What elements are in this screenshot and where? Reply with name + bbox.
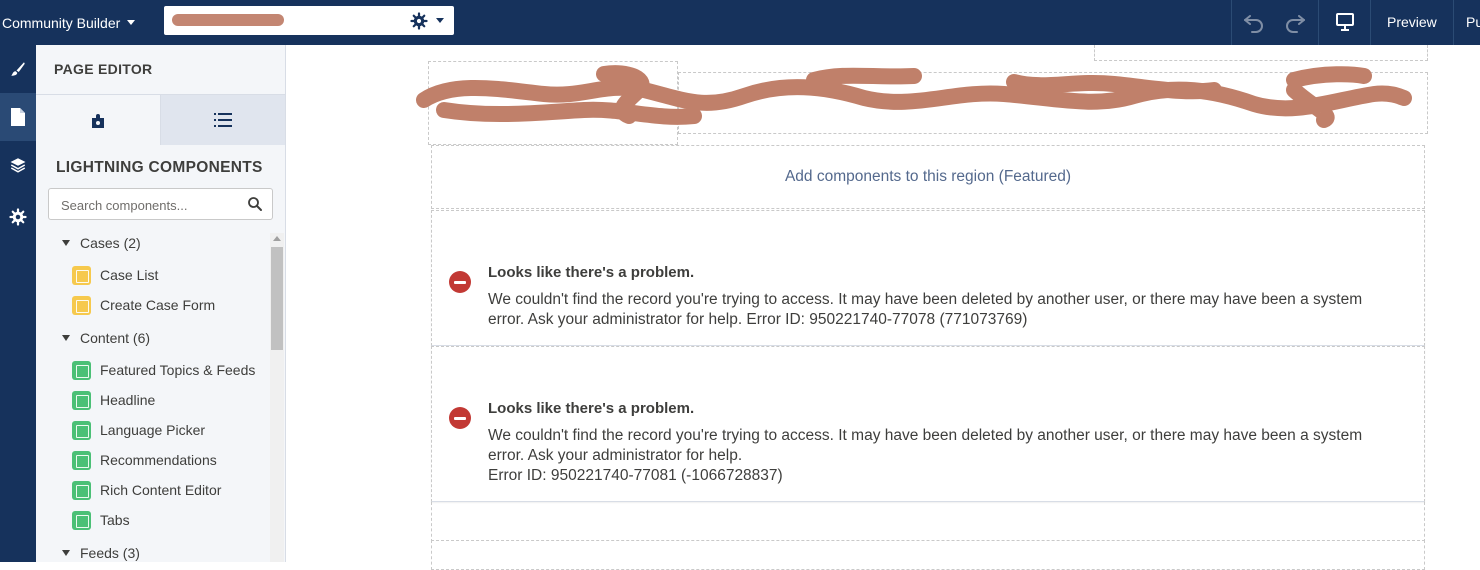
chevron-down-icon — [62, 335, 70, 341]
panel-scrollbar[interactable] — [270, 233, 284, 562]
header-region[interactable] — [1094, 45, 1428, 61]
component-headline[interactable]: Headline — [72, 389, 155, 411]
group-content[interactable]: Content (6) — [62, 328, 150, 348]
publish-button[interactable]: Pu — [1466, 0, 1480, 45]
picker-icon — [72, 420, 91, 440]
component-featured-topics[interactable]: Featured Topics & Feeds — [72, 359, 255, 381]
component-language-picker[interactable]: Language Picker — [72, 419, 205, 441]
editor-icon — [72, 480, 91, 500]
group-cases[interactable]: Cases (2) — [62, 233, 141, 253]
chevron-down-icon — [62, 240, 70, 246]
panel-tabs — [36, 94, 285, 145]
component-rich-content-editor[interactable]: Rich Content Editor — [72, 479, 221, 501]
builder-header: Community Builder Preview Pu — [0, 0, 1480, 45]
recommendation-icon — [72, 450, 91, 470]
headline-icon — [72, 390, 91, 410]
app-menu[interactable]: Community Builder — [2, 0, 136, 45]
divider — [1453, 0, 1454, 45]
search-input[interactable]: Search components... — [48, 188, 273, 220]
error-component[interactable]: Looks like there's a problem. We couldn'… — [431, 210, 1425, 346]
error-icon — [449, 407, 471, 429]
puzzle-icon — [91, 114, 104, 128]
error-title: Looks like there's a problem. — [488, 264, 695, 281]
redaction-mark — [416, 65, 1412, 128]
component-recommendations[interactable]: Recommendations — [72, 449, 217, 471]
error-title: Looks like there's a problem. — [488, 400, 695, 417]
tab-page-structure[interactable] — [160, 95, 285, 145]
preview-button[interactable]: Preview — [1387, 0, 1437, 45]
section-title: LIGHTNING COMPONENTS — [56, 159, 263, 176]
redo-icon[interactable] — [1283, 10, 1307, 34]
page-icon — [72, 360, 91, 380]
divider — [1231, 0, 1232, 45]
chevron-down-icon — [62, 550, 70, 556]
desktop-icon[interactable] — [1333, 10, 1357, 34]
page-picker[interactable] — [164, 6, 454, 35]
redaction-mark — [172, 14, 284, 26]
search-icon — [248, 197, 262, 211]
list-icon — [72, 265, 91, 285]
layers-icon — [10, 158, 26, 173]
chevron-down-icon[interactable] — [436, 18, 444, 23]
undo-icon[interactable] — [1242, 10, 1266, 34]
page-editor-panel: PAGE EDITOR LIGHTNING COMPONENTS Search … — [36, 45, 286, 562]
component-tabs[interactable]: Tabs — [72, 509, 130, 531]
panel-title: PAGE EDITOR — [54, 61, 153, 77]
scroll-thumb[interactable] — [271, 247, 283, 350]
search-placeholder: Search components... — [61, 198, 188, 213]
tab-components[interactable] — [36, 95, 161, 145]
brush-icon — [11, 62, 25, 76]
error-message: We couldn't find the record you're tryin… — [488, 291, 1363, 328]
error-component[interactable]: Looks like there's a problem. We couldn'… — [431, 346, 1425, 502]
gear-icon[interactable] — [410, 12, 428, 30]
error-message: We couldn't find the record you're tryin… — [488, 427, 1363, 484]
form-icon — [72, 295, 91, 315]
region-bottom[interactable] — [431, 540, 1425, 570]
pages-button[interactable] — [0, 93, 36, 141]
divider — [1318, 0, 1319, 45]
featured-region[interactable]: Add components to this region (Featured) — [431, 145, 1425, 209]
page-icon — [11, 108, 25, 126]
list-icon — [213, 113, 232, 127]
group-feeds[interactable]: Feeds (3) — [62, 543, 140, 563]
region-spacer[interactable] — [431, 502, 1425, 542]
tabs-icon — [72, 510, 91, 530]
layers-button[interactable] — [0, 141, 36, 189]
scroll-up-arrow[interactable] — [273, 236, 281, 241]
error-icon — [449, 271, 471, 293]
gear-icon — [9, 208, 27, 226]
settings-button[interactable] — [0, 193, 36, 241]
theme-button[interactable] — [0, 45, 36, 93]
left-rail — [0, 45, 36, 562]
divider — [1370, 0, 1371, 45]
chevron-down-icon — [127, 20, 136, 25]
component-case-list[interactable]: Case List — [72, 264, 158, 286]
component-create-case-form[interactable]: Create Case Form — [72, 294, 215, 316]
app-name: Community Builder — [2, 14, 121, 31]
